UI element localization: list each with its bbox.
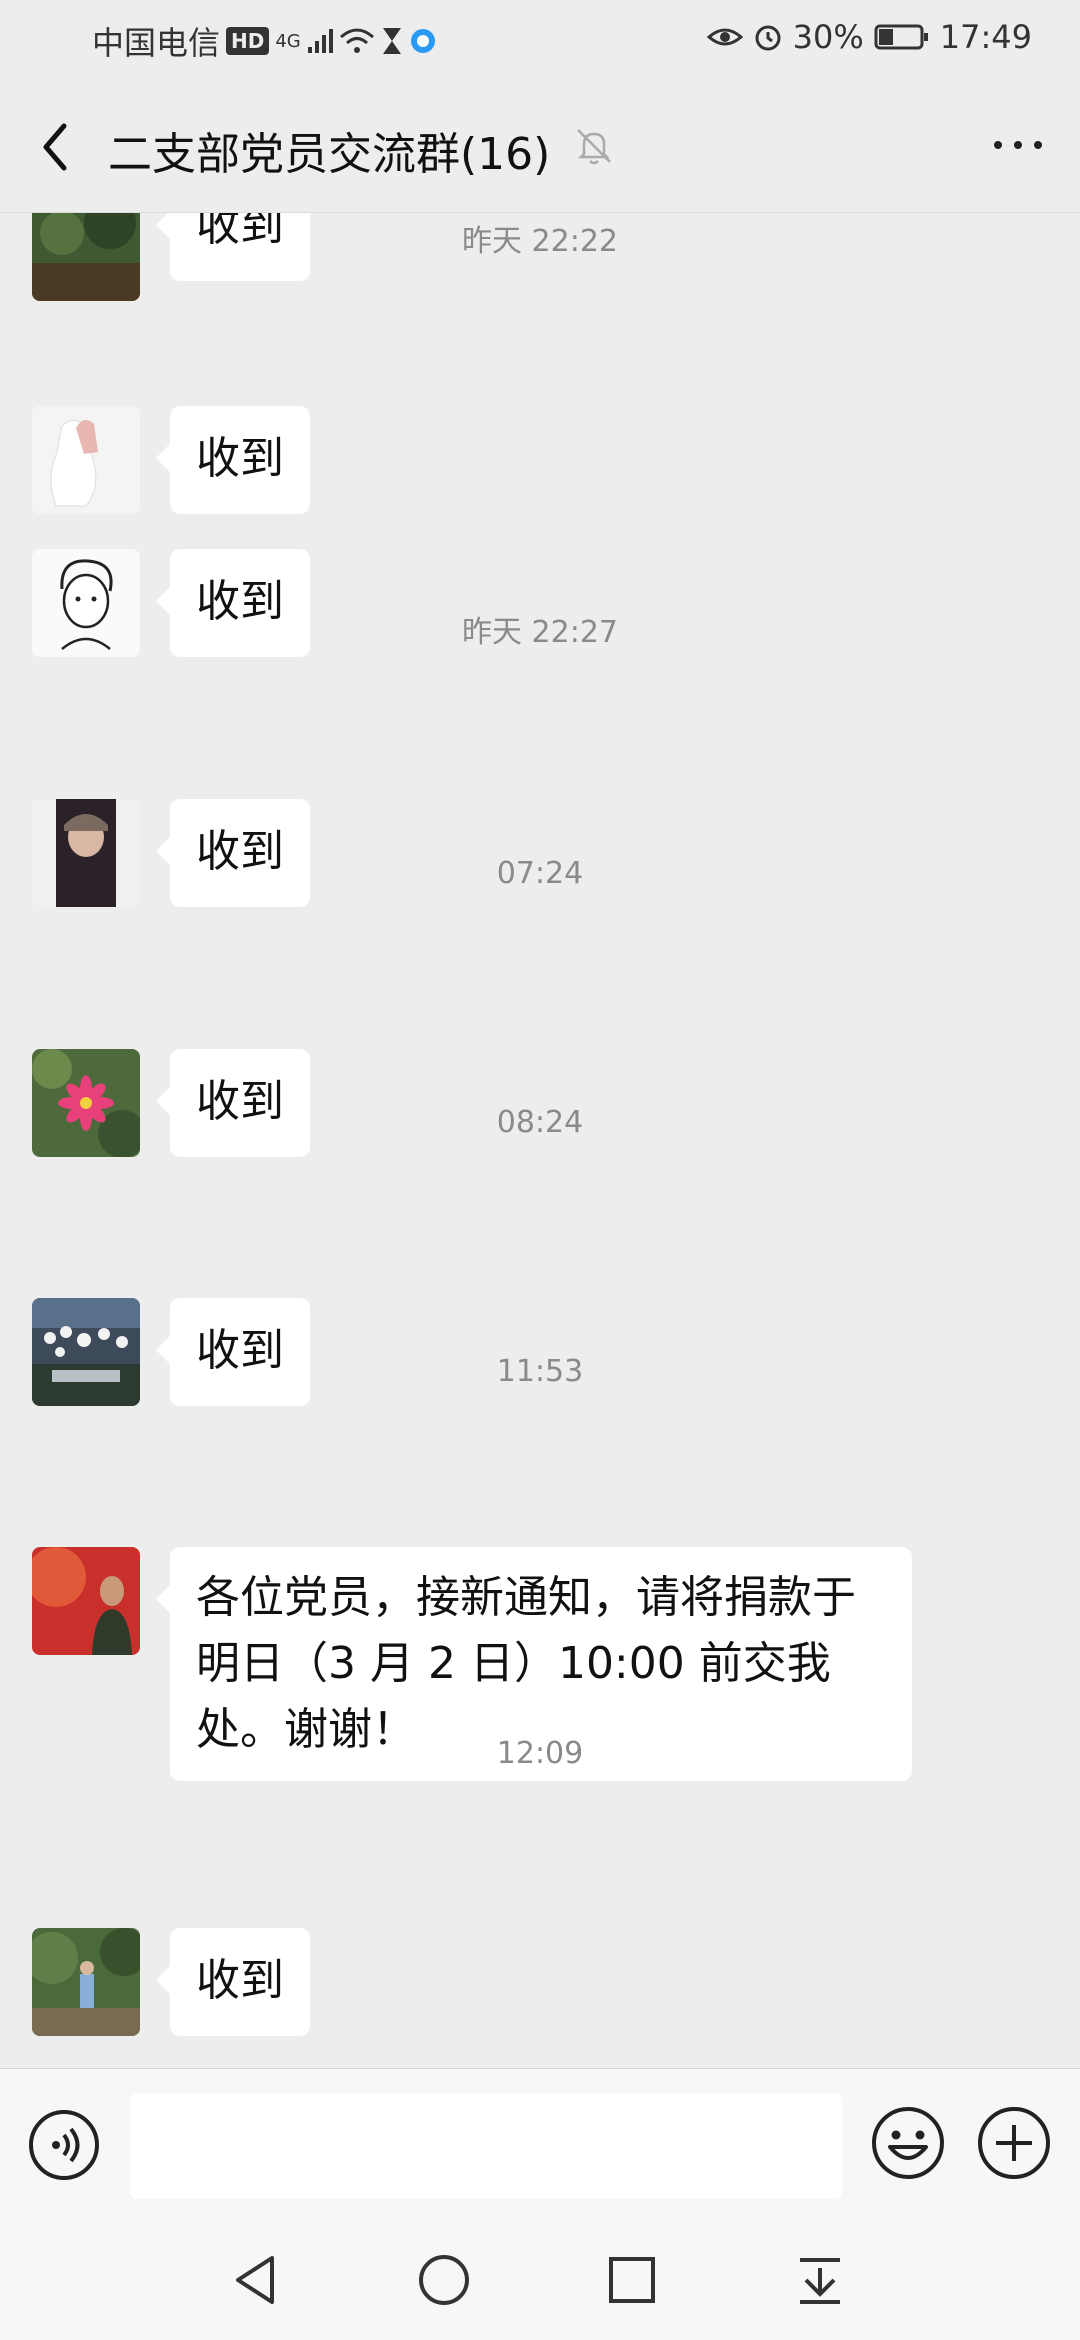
- wifi-icon: [339, 28, 374, 53]
- status-bar: 中国电信 HD 4G 30% 17:49: [0, 0, 1080, 80]
- avatar-image: [32, 1298, 140, 1406]
- avatar[interactable]: [32, 1298, 140, 1406]
- voice-icon[interactable]: [28, 2109, 100, 2181]
- clock-time: 17:49: [939, 18, 1032, 56]
- system-nav-bar: [0, 2220, 1080, 2340]
- message-bubble[interactable]: 收到: [156, 1298, 310, 1406]
- chat-header: 二支部党员交流群(16): [0, 80, 1080, 213]
- timestamp: 08:24: [496, 1105, 584, 1140]
- input-bar: [0, 2068, 1080, 2221]
- eye-icon: [706, 28, 743, 46]
- nav-recents-icon[interactable]: [602, 2250, 662, 2310]
- app-notification-icon: [410, 29, 435, 53]
- timestamp: 昨天 22:22: [462, 224, 618, 259]
- message-bubble[interactable]: 收到: [156, 1928, 310, 2036]
- hd-badge: HD: [226, 27, 270, 55]
- timestamp: 11:53: [496, 1354, 584, 1389]
- message-bubble[interactable]: 收到: [156, 1049, 310, 1157]
- status-right: 30% 17:49: [706, 18, 1032, 56]
- avatar[interactable]: [32, 1547, 140, 1655]
- emoji-icon[interactable]: [870, 2105, 946, 2181]
- avatar[interactable]: [32, 1928, 140, 2036]
- battery-icon: [874, 24, 928, 50]
- nav-dropdown-icon[interactable]: [790, 2250, 850, 2310]
- carrier-label: 中国电信: [92, 24, 221, 62]
- status-left: 中国电信 HD 4G: [92, 18, 437, 64]
- nav-back-icon[interactable]: [226, 2250, 286, 2310]
- battery-percent: 30%: [792, 18, 864, 56]
- more-icon[interactable]: [988, 120, 1048, 170]
- chat-title: 二支部党员交流群(16): [108, 129, 551, 180]
- avatar-image: [32, 1547, 140, 1655]
- timestamp: 昨天 22:27: [462, 615, 618, 650]
- alarm-icon: [755, 25, 781, 51]
- network-type: 4G: [275, 30, 301, 52]
- timestamp: 12:09: [496, 1736, 584, 1771]
- avatar-image: [32, 1928, 140, 2036]
- plus-icon[interactable]: [976, 2105, 1052, 2181]
- nav-home-icon[interactable]: [414, 2250, 474, 2310]
- avatar-image: [32, 406, 140, 514]
- message-input[interactable]: [130, 2093, 842, 2199]
- hourglass-icon: [382, 28, 401, 54]
- avatar-image: [32, 1049, 140, 1157]
- message-list[interactable]: 收到 昨天 22:22 收到 收到 昨天 22:27 收到 07:24 收到 0…: [0, 213, 1080, 2068]
- avatar[interactable]: [32, 1049, 140, 1157]
- avatar[interactable]: [32, 406, 140, 514]
- back-arrow-icon[interactable]: [28, 112, 88, 182]
- signal-icon: [307, 29, 333, 53]
- timestamp: 07:24: [496, 856, 584, 891]
- mute-bell-icon: [577, 129, 611, 165]
- message-bubble[interactable]: 收到: [156, 406, 310, 514]
